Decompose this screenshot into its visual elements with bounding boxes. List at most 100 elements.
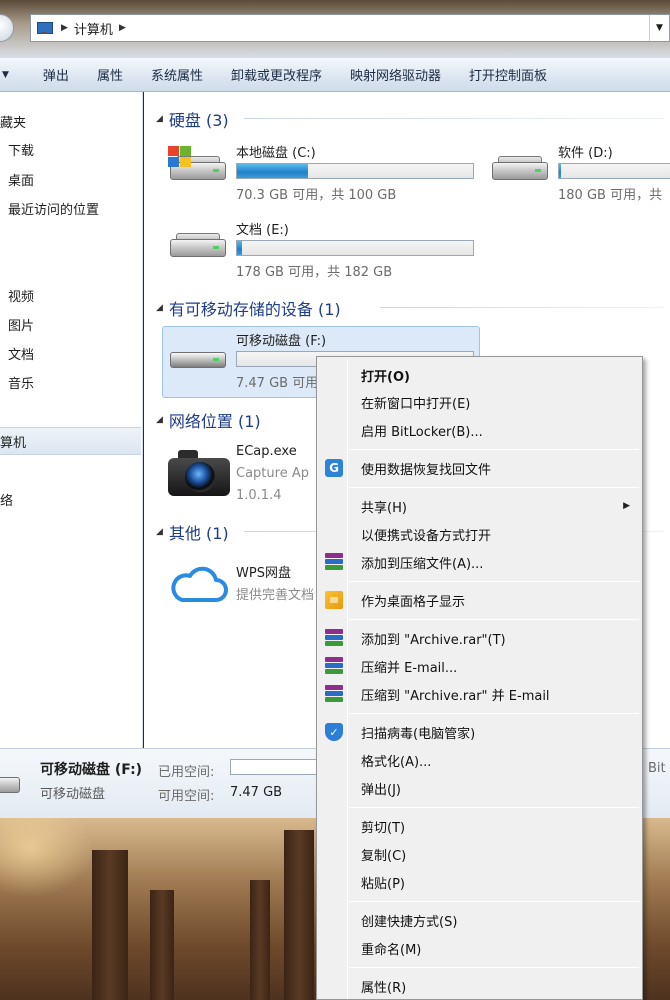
- nav-downloads[interactable]: 下载: [8, 140, 34, 159]
- menu-copy[interactable]: 复制(C): [317, 841, 642, 867]
- menu-add-archive[interactable]: 添加到压缩文件(A)...: [317, 549, 642, 575]
- menu-label: 压缩到 "Archive.rar" 并 E-mail: [361, 688, 550, 704]
- details-free-value: 7.47 GB: [230, 785, 283, 800]
- wallpaper-trunk: [250, 880, 270, 1000]
- menu-open[interactable]: 打开(O): [317, 362, 642, 388]
- toolbar-map-drive-button[interactable]: 映射网络驱动器: [336, 58, 455, 92]
- menu-eject[interactable]: 弹出(J): [317, 775, 642, 801]
- shield-icon: ✓: [325, 723, 343, 741]
- toolbar-system-properties-button[interactable]: 系统属性: [137, 58, 217, 92]
- hard-drive-icon: [168, 146, 226, 186]
- command-bar: ▼ 弹出 属性 系统属性 卸载或更改程序 映射网络驱动器 打开控制面板: [0, 58, 670, 92]
- camera-icon[interactable]: [168, 450, 230, 496]
- group-title: 网络位置 (1): [168, 412, 261, 431]
- nav-pictures[interactable]: 图片: [8, 315, 34, 334]
- drive-space-info: 180 GB 可用，共: [558, 188, 663, 203]
- breadcrumb-arrow-icon[interactable]: ▶: [61, 23, 68, 33]
- menu-open-new-window[interactable]: 在新窗口中打开(E): [317, 389, 642, 415]
- network-item-name[interactable]: ECap.exe: [236, 444, 297, 459]
- menu-paste[interactable]: 粘贴(P): [317, 869, 642, 895]
- winrar-icon: [325, 629, 343, 647]
- menu-label: 压缩并 E-mail...: [361, 660, 458, 676]
- removable-drive-icon: [0, 771, 22, 801]
- address-bar[interactable]: ▶ 计算机 ▶ ▼: [30, 14, 670, 42]
- menu-separator: [349, 619, 639, 620]
- menu-label: 以便携式设备方式打开: [361, 528, 492, 544]
- nav-documents[interactable]: 文档: [8, 344, 34, 363]
- nav-computer[interactable]: 计算机: [0, 432, 26, 451]
- menu-add-archive-rar[interactable]: 添加到 "Archive.rar"(T): [317, 625, 642, 651]
- menu-data-recovery[interactable]: G 使用数据恢复找回文件: [317, 455, 642, 481]
- menu-label: 剪切(T): [361, 820, 406, 836]
- group-header-network[interactable]: ◢ 网络位置 (1): [156, 408, 261, 432]
- toolbar-eject-button[interactable]: 弹出: [29, 58, 83, 92]
- details-bitlocker-label: Bit: [648, 761, 666, 776]
- other-item-description: 提供完善文档: [236, 588, 315, 603]
- menu-properties[interactable]: 属性(R): [317, 973, 642, 999]
- collapse-arrow-icon[interactable]: ◢: [156, 303, 163, 313]
- toolbar-properties-button[interactable]: 属性: [83, 58, 137, 92]
- computer-icon: [37, 21, 55, 35]
- submenu-arrow-icon: ▶: [623, 501, 630, 511]
- menu-compress-email[interactable]: 压缩并 E-mail...: [317, 653, 642, 679]
- organize-dropdown-icon[interactable]: ▼: [0, 58, 29, 92]
- nav-desktop[interactable]: 桌面: [8, 170, 34, 189]
- menu-compress-rar-email[interactable]: 压缩到 "Archive.rar" 并 E-mail: [317, 681, 642, 707]
- drive-space-info: 70.3 GB 可用，共 100 GB: [236, 188, 397, 203]
- menu-scan-virus[interactable]: ✓ 扫描病毒(电脑管家): [317, 719, 642, 745]
- menu-label: 创建快捷方式(S): [361, 914, 458, 930]
- group-header-other[interactable]: ◢ 其他 (1): [156, 520, 229, 544]
- data-recovery-icon: G: [325, 459, 343, 477]
- menu-rename[interactable]: 重命名(M): [317, 935, 642, 961]
- address-dropdown-icon[interactable]: ▼: [649, 15, 669, 41]
- breadcrumb-arrow-icon[interactable]: ▶: [119, 23, 126, 33]
- drive-e[interactable]: 文档 (E:) 178 GB 可用，共 182 GB: [168, 219, 478, 283]
- drive-c[interactable]: 本地磁盘 (C:) 70.3 GB 可用，共 100 GB: [168, 142, 478, 206]
- windows-logo-icon: [168, 146, 194, 170]
- collapse-arrow-icon[interactable]: ◢: [156, 114, 163, 124]
- toolbar-control-panel-button[interactable]: 打开控制面板: [455, 58, 561, 92]
- group-title: 有可移动存储的设备 (1): [168, 300, 341, 319]
- menu-label: 添加到压缩文件(A)...: [361, 556, 484, 572]
- menu-bitlocker[interactable]: 启用 BitLocker(B)...: [317, 417, 642, 443]
- drive-d[interactable]: 软件 (D:) 180 GB 可用，共: [490, 142, 670, 206]
- collapse-arrow-icon[interactable]: ◢: [156, 415, 163, 425]
- details-free-label: 可用空间:: [158, 789, 215, 804]
- menu-label: 复制(C): [361, 848, 407, 864]
- menu-cut[interactable]: 剪切(T): [317, 813, 642, 839]
- menu-desktop-grid[interactable]: 作为桌面格子显示: [317, 587, 642, 613]
- menu-label: 添加到 "Archive.rar"(T): [361, 632, 506, 648]
- collapse-arrow-icon[interactable]: ◢: [156, 527, 163, 537]
- menu-create-shortcut[interactable]: 创建快捷方式(S): [317, 907, 642, 933]
- group-header-removable[interactable]: ◢ 有可移动存储的设备 (1): [156, 296, 341, 320]
- menu-open-portable[interactable]: 以便携式设备方式打开: [317, 521, 642, 547]
- nav-network[interactable]: 网络: [0, 490, 13, 509]
- other-item-name[interactable]: WPS网盘: [236, 562, 291, 581]
- menu-label: 启用 BitLocker(B)...: [361, 424, 483, 440]
- nav-recent[interactable]: 最近访问的位置: [8, 199, 99, 218]
- toolbar-uninstall-button[interactable]: 卸载或更改程序: [217, 58, 336, 92]
- drive-usage-bar: [558, 163, 670, 179]
- drive-usage-bar: [236, 163, 474, 179]
- menu-label: 扫描病毒(电脑管家): [361, 726, 476, 742]
- nav-music[interactable]: 音乐: [8, 373, 34, 392]
- cloud-icon[interactable]: [168, 562, 230, 606]
- drive-name: 本地磁盘 (C:): [236, 146, 316, 161]
- menu-share[interactable]: 共享(H) ▶: [317, 493, 642, 519]
- wallpaper-trunk: [92, 850, 128, 1000]
- details-drive-name: 可移动磁盘 (F:): [40, 762, 143, 778]
- network-item-description: Capture Ap: [236, 466, 309, 481]
- drive-space-info: 7.47 GB 可用: [236, 376, 319, 391]
- menu-separator: [349, 581, 639, 582]
- wallpaper-trunk: [284, 830, 314, 1000]
- menu-label: 格式化(A)...: [361, 754, 432, 770]
- group-header-hard-disks[interactable]: ◢ 硬盘 (3): [156, 107, 229, 131]
- winrar-icon: [325, 657, 343, 675]
- menu-separator: [349, 713, 639, 714]
- breadcrumb-location[interactable]: 计算机: [74, 19, 113, 38]
- menu-label: 重命名(M): [361, 942, 422, 958]
- nav-videos[interactable]: 视频: [8, 286, 34, 305]
- menu-format[interactable]: 格式化(A)...: [317, 747, 642, 773]
- nav-favorites[interactable]: 收藏夹: [0, 112, 26, 131]
- menu-separator: [349, 901, 639, 902]
